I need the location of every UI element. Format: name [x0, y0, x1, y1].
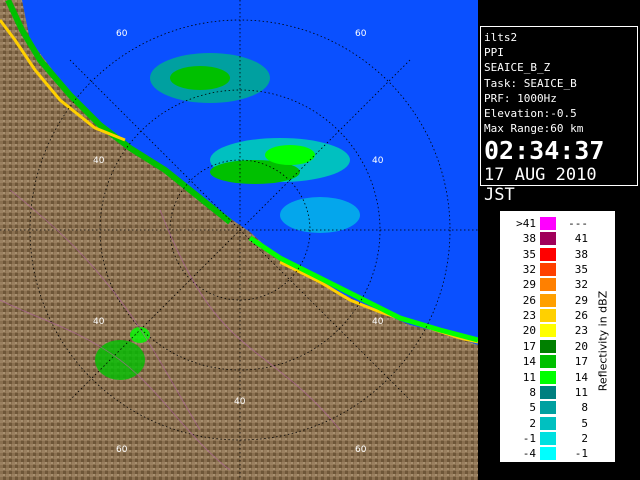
- station-name: ilts2: [484, 31, 518, 44]
- legend-lower-bound: -4: [522, 447, 536, 461]
- elevation-value: Elevation:-0.5: [484, 107, 577, 121]
- legend-row: 32 35: [500, 262, 600, 277]
- legend-lower-bound: 14: [522, 355, 536, 369]
- legend-upper-bound: 29: [574, 293, 588, 307]
- legend-lower-bound: 26: [522, 293, 536, 307]
- legend-upper-bound: 2: [581, 431, 588, 445]
- legend-lower-bound: 35: [522, 247, 536, 261]
- legend-swatch: [540, 232, 556, 246]
- legend-row: 14 17: [500, 354, 600, 369]
- legend-swatch: [540, 385, 556, 399]
- color-legend: >41 --- 38 41 35 38 32 35 29 32 26 29 23 26 20 23 17 20 14…: [499, 210, 616, 463]
- ring-label: 60: [355, 29, 367, 39]
- legend-upper-bound: 26: [574, 309, 588, 323]
- max-range-value: Max Range:60 km: [484, 122, 584, 136]
- legend-swatch: [540, 431, 556, 445]
- echo-cluster-north-core: [170, 66, 230, 90]
- ring-label: 40: [93, 317, 105, 327]
- legend-lower-bound: 5: [529, 401, 536, 415]
- ring-label: 40: [93, 156, 105, 166]
- legend-row: 38 41: [500, 231, 600, 246]
- legend-swatch: [540, 217, 556, 230]
- legend-row: -4 -1: [500, 446, 600, 461]
- legend-lower-bound: 11: [522, 370, 536, 384]
- legend-swatch: [540, 339, 556, 353]
- legend-upper-bound: 11: [574, 385, 588, 399]
- scan-date: 17 AUG 2010 JST: [484, 165, 597, 206]
- legend-swatch: [540, 447, 556, 461]
- legend-swatch: [540, 401, 556, 415]
- legend-upper-bound: 35: [574, 263, 588, 277]
- prf-value: PRF: 1000Hz: [484, 91, 557, 105]
- field-name: SEAICE_B_Z: [484, 61, 551, 75]
- legend-swatch: [540, 309, 556, 323]
- legend-swatch: [540, 355, 556, 369]
- legend-lower-bound: 8: [529, 385, 536, 399]
- legend-title: Reflectivity in dBZ: [596, 290, 610, 392]
- legend-row: 35 38: [500, 247, 600, 262]
- legend-row: 25: [500, 416, 600, 431]
- legend-row: 20 23: [500, 323, 600, 338]
- legend-swatch: [540, 324, 556, 338]
- legend-row: 26 29: [500, 293, 600, 308]
- legend-row: 8 11: [500, 385, 600, 400]
- legend-swatch: [540, 263, 556, 277]
- legend-swatch: [540, 278, 556, 292]
- ring-label: 40: [372, 156, 384, 166]
- legend-upper-bound: -1: [574, 447, 588, 461]
- legend-lower-bound: 17: [522, 339, 536, 353]
- legend-lower-bound: 20: [522, 324, 536, 338]
- legend-upper-bound: 38: [574, 247, 588, 261]
- legend-swatch: [540, 247, 556, 261]
- legend-row: 29 32: [500, 277, 600, 292]
- legend-lower-bound: -1: [522, 431, 536, 445]
- ring-label: 60: [116, 445, 128, 455]
- legend-upper-bound: 41: [574, 232, 588, 246]
- legend-title-container: Reflectivity in dBZ: [593, 271, 613, 411]
- legend-lower-bound: >41: [516, 217, 536, 230]
- legend-lower-bound: 23: [522, 309, 536, 323]
- legend-lower-bound: 29: [522, 278, 536, 292]
- info-panel: ilts2 PPI SEAICE_B_Z Task: SEAICE_B PRF:…: [480, 26, 638, 205]
- echo-scatter-east: [280, 197, 360, 233]
- legend-upper-bound: 20: [574, 339, 588, 353]
- radar-ppi-display[interactable]: 60 60 40 40 40 40 40 60 60: [0, 0, 478, 480]
- legend-swatch: [540, 416, 556, 430]
- ring-label: 60: [116, 29, 128, 39]
- legend-lower-bound: 2: [529, 416, 536, 430]
- legend-upper-bound: 32: [574, 278, 588, 292]
- legend-row: 17 20: [500, 339, 600, 354]
- task-name: Task: SEAICE_B: [484, 76, 577, 90]
- ring-label: 40: [234, 397, 246, 407]
- ring-label: 40: [372, 317, 384, 327]
- legend-upper-bound: 8: [581, 401, 588, 415]
- ring-label: 60: [355, 445, 367, 455]
- legend-upper-bound: 23: [574, 324, 588, 338]
- legend-row: -1 2: [500, 431, 600, 446]
- legend-swatch: [540, 293, 556, 307]
- legend-upper-bound: ---: [568, 217, 588, 230]
- legend-upper-bound: 5: [581, 416, 588, 430]
- legend-row: 11 14: [500, 370, 600, 385]
- legend-row: 58: [500, 400, 600, 415]
- legend-upper-bound: 14: [574, 370, 588, 384]
- scan-time: 02:34:37: [484, 136, 605, 166]
- legend-row: 23 26: [500, 308, 600, 323]
- legend-lower-bound: 38: [522, 232, 536, 246]
- product-type: PPI: [484, 46, 504, 60]
- legend-swatch: [540, 370, 556, 384]
- legend-row: >41 ---: [500, 216, 600, 231]
- legend-lower-bound: 32: [522, 263, 536, 277]
- legend-upper-bound: 17: [574, 355, 588, 369]
